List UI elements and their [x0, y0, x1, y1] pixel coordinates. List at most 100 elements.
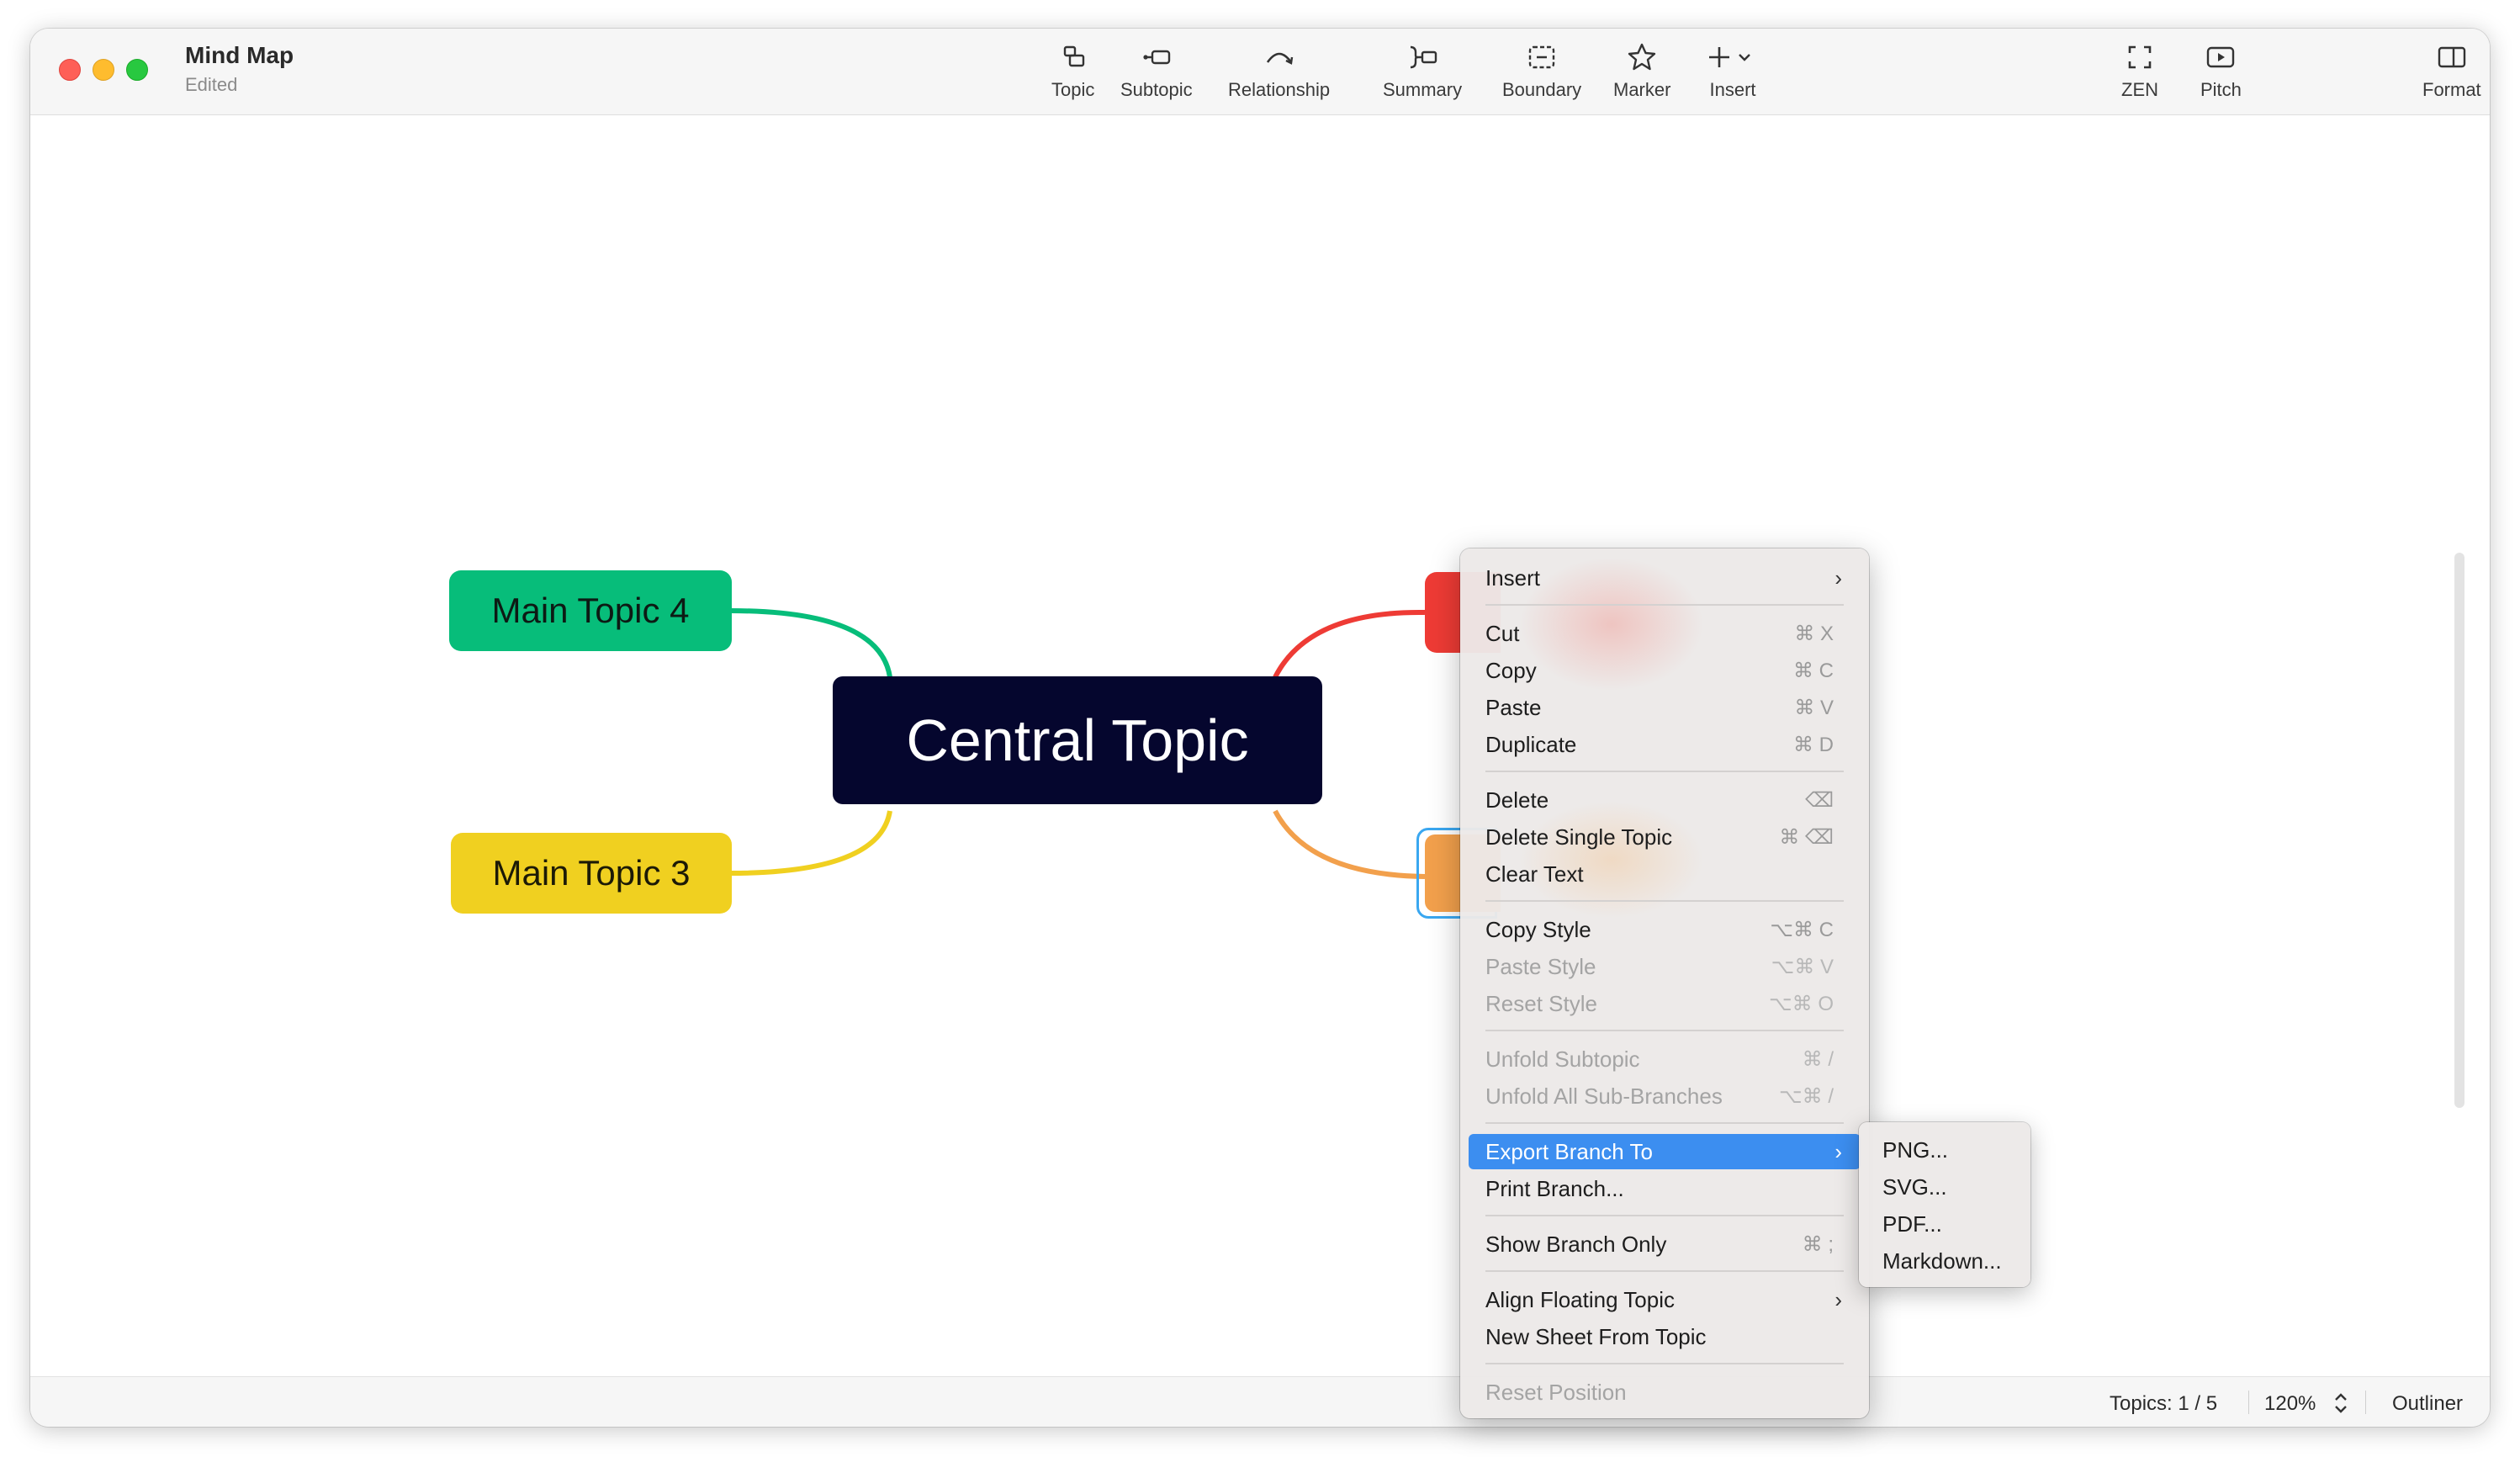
connector-topic1: [1273, 609, 1426, 679]
menu-item-shortcut: ⌥⌘ C: [1770, 918, 1834, 941]
menu-item-shortcut: ⌘ C: [1793, 659, 1834, 682]
menu-item-export-branch[interactable]: Export Branch To ›: [1469, 1134, 1861, 1169]
insert-label: Insert: [1709, 79, 1756, 100]
menu-item-clear-text[interactable]: Clear Text: [1469, 856, 1861, 892]
menu-item-delete-single-topic[interactable]: Delete Single Topic ⌘ ⌫: [1469, 819, 1861, 855]
summary-button[interactable]: Summary: [1383, 40, 1462, 108]
menu-item-label: Reset Position: [1485, 1379, 1627, 1405]
menu-item-paste-style: Paste Style ⌥⌘ V: [1469, 949, 1861, 984]
marker-label: Marker: [1613, 79, 1671, 100]
menu-item-shortcut: ⌘ X: [1794, 622, 1834, 645]
export-pdf[interactable]: PDF...: [1882, 1211, 1942, 1237]
connector-topic3: [729, 810, 892, 876]
menu-item-shortcut: ⌥⌘ V: [1771, 955, 1834, 978]
export-submenu: PNG... SVG... PDF... Markdown...: [1859, 1122, 2030, 1287]
menu-item-label: Print Branch...: [1485, 1175, 1624, 1201]
menu-item-align-floating-topic[interactable]: Align Floating Topic ›: [1469, 1282, 1861, 1317]
insert-button[interactable]: Insert: [1707, 40, 1758, 108]
export-png[interactable]: PNG...: [1882, 1137, 1948, 1163]
menu-item-shortcut: ⌥⌘ /: [1779, 1084, 1834, 1108]
fullscreen-icon: [2128, 45, 2152, 69]
relationship-label: Relationship: [1228, 79, 1331, 100]
topic-label: Topic: [1051, 79, 1095, 100]
menu-item-label: Insert: [1485, 564, 1541, 591]
outliner-button[interactable]: Outliner: [2392, 1392, 2463, 1416]
play-screen-icon: [2207, 46, 2235, 68]
menu-separator: [1485, 771, 1844, 772]
menu-item-label: Unfold All Sub-Branches: [1485, 1083, 1723, 1109]
pitch-button[interactable]: Pitch: [2200, 40, 2242, 108]
main-topic-4[interactable]: Main Topic 4: [449, 570, 732, 651]
menu-item-show-branch-only[interactable]: Show Branch Only ⌘ ;: [1469, 1227, 1861, 1262]
app-window: Mind Map Edited Topic Subtopic Relations…: [30, 29, 2490, 1427]
summary-icon: [1410, 45, 1437, 69]
close-window-button[interactable]: [59, 59, 81, 81]
context-menu: Insert › Cut ⌘ X Copy ⌘ C Paste ⌘ V Dupl…: [1460, 548, 1869, 1418]
status-bar: Topics: 1 / 5 120% Outliner: [30, 1376, 2490, 1427]
format-label: Format: [2422, 79, 2481, 100]
menu-item-shortcut: ⌘ D: [1793, 733, 1834, 756]
menu-separator: [1485, 604, 1844, 606]
menu-item-new-sheet-from-topic[interactable]: New Sheet From Topic: [1469, 1319, 1861, 1354]
menu-item-label: Cut: [1485, 620, 1520, 646]
topic-icon: [1063, 45, 1084, 67]
menu-item-label: Delete: [1485, 787, 1549, 813]
connector-topic2: [1273, 809, 1426, 879]
menu-item-label: Delete Single Topic: [1485, 824, 1673, 850]
document-title: Mind Map: [185, 42, 294, 68]
topic-button[interactable]: Topic: [1051, 40, 1094, 108]
zoom-window-button[interactable]: [126, 59, 148, 81]
main-topic-3[interactable]: Main Topic 3: [451, 833, 732, 914]
menu-item-label: Reset Style: [1485, 990, 1597, 1016]
boundary-button[interactable]: Boundary: [1502, 40, 1581, 108]
subtopic-button[interactable]: Subtopic: [1120, 40, 1193, 108]
menu-item-duplicate[interactable]: Duplicate ⌘ D: [1469, 727, 1861, 762]
plus-chevron-icon: [1709, 47, 1750, 67]
menu-item-shortcut: ⌥⌘ O: [1769, 992, 1834, 1015]
menu-item-label: Clear Text: [1485, 861, 1584, 887]
menu-item-label: Copy: [1485, 657, 1537, 683]
relationship-button[interactable]: Relationship: [1228, 40, 1330, 108]
zoom-level[interactable]: 120%: [2264, 1392, 2316, 1416]
menu-item-label: Export Branch To: [1485, 1138, 1653, 1164]
boundary-label: Boundary: [1502, 79, 1582, 100]
menu-item-copy-style[interactable]: Copy Style ⌥⌘ C: [1469, 912, 1861, 947]
status-divider: [2248, 1391, 2249, 1414]
status-divider: [2365, 1391, 2366, 1414]
menu-separator: [1485, 900, 1844, 902]
menu-item-insert[interactable]: Insert ›: [1469, 560, 1861, 596]
chevron-right-icon: ›: [1834, 1138, 1842, 1164]
title-bar: Mind Map Edited Topic Subtopic Relations…: [30, 29, 2490, 115]
menu-separator: [1485, 1122, 1844, 1124]
connector-topic4: [729, 608, 892, 678]
export-svg[interactable]: SVG...: [1882, 1174, 1947, 1200]
menu-item-label: Paste Style: [1485, 953, 1596, 979]
minimize-window-button[interactable]: [93, 59, 114, 81]
export-markdown[interactable]: Markdown...: [1882, 1248, 2002, 1274]
zen-button[interactable]: ZEN: [2121, 40, 2158, 108]
menu-separator: [1485, 1215, 1844, 1216]
menu-item-label: Show Branch Only: [1485, 1231, 1667, 1257]
zoom-stepper-icon[interactable]: [2333, 1391, 2348, 1416]
chevron-right-icon: ›: [1834, 564, 1842, 591]
chevron-right-icon: ›: [1834, 1286, 1842, 1312]
menu-item-delete[interactable]: Delete ⌫: [1469, 782, 1861, 818]
menu-separator: [1485, 1363, 1844, 1364]
menu-item-cut[interactable]: Cut ⌘ X: [1469, 616, 1861, 651]
format-button[interactable]: Format: [2422, 40, 2481, 108]
menu-item-paste[interactable]: Paste ⌘ V: [1469, 690, 1861, 725]
pitch-label: Pitch: [2200, 79, 2242, 100]
vertical-scrollbar[interactable]: [2454, 553, 2464, 1108]
marker-button[interactable]: Marker: [1613, 40, 1670, 108]
menu-item-reset-style: Reset Style ⌥⌘ O: [1469, 986, 1861, 1021]
menu-separator: [1485, 1030, 1844, 1031]
menu-separator: [1485, 1270, 1844, 1272]
summary-label: Summary: [1383, 79, 1463, 100]
menu-item-print-branch[interactable]: Print Branch...: [1469, 1171, 1861, 1206]
topic-count: Topics: 1 / 5: [2110, 1392, 2218, 1415]
relationship-icon: [1266, 52, 1293, 65]
menu-item-copy[interactable]: Copy ⌘ C: [1469, 653, 1861, 688]
central-topic[interactable]: Central Topic: [833, 676, 1322, 804]
menu-item-shortcut: ⌘ /: [1802, 1047, 1834, 1071]
document-status: Edited: [185, 74, 238, 95]
